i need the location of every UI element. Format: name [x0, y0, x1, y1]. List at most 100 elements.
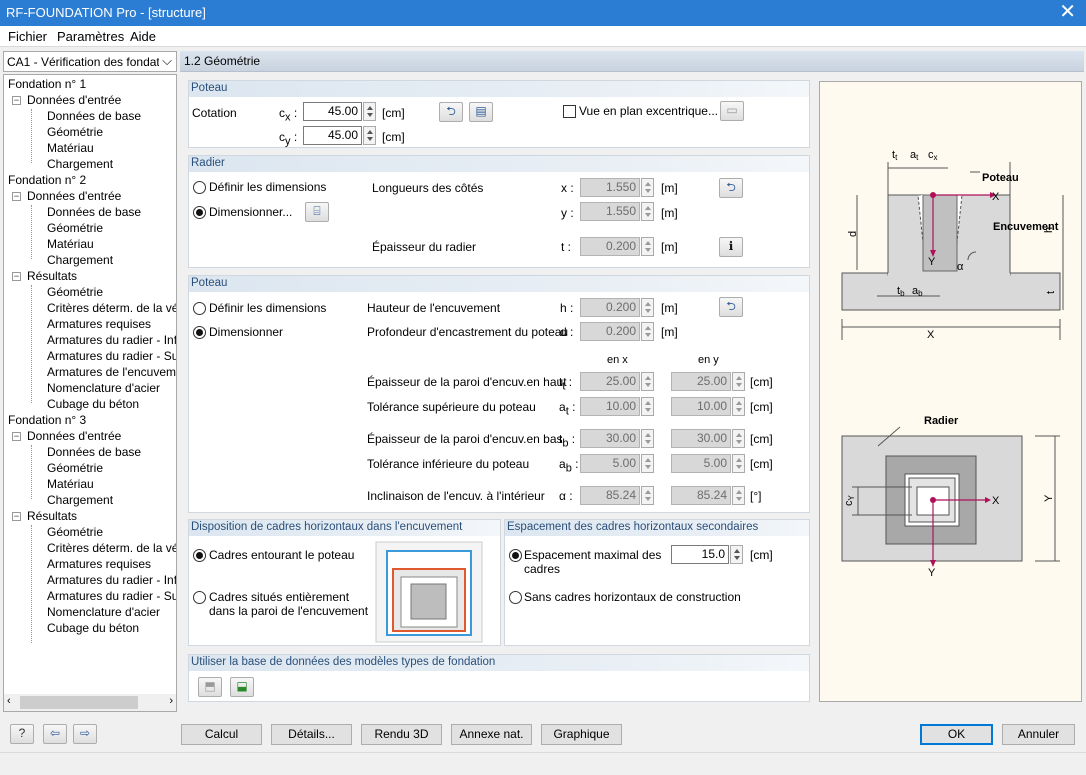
- tree-required-2[interactable]: Armatures requises: [47, 317, 151, 333]
- h-spinner[interactable]: [641, 298, 654, 317]
- tt-x-input[interactable]: 25.00: [580, 372, 640, 391]
- tree-collapse-icon[interactable]: −: [12, 512, 21, 521]
- slab-import-icon[interactable]: ⮌: [719, 178, 743, 198]
- alpha-x-input[interactable]: 85.24: [580, 486, 640, 505]
- menu-fichier[interactable]: Fichier: [8, 29, 47, 44]
- at-y-spinner[interactable]: [732, 397, 745, 416]
- tree-horizontal-scrollbar[interactable]: ‹ ›: [4, 694, 176, 711]
- slab-x-input[interactable]: 1.550: [580, 178, 640, 197]
- tree-loading-3[interactable]: Chargement: [47, 493, 113, 509]
- database-export-icon[interactable]: ⬓: [230, 677, 254, 697]
- radio-slab-define[interactable]: [193, 181, 206, 194]
- tree-geometry-3[interactable]: Géométrie: [47, 461, 103, 477]
- ab-x-spinner[interactable]: [641, 454, 654, 473]
- tree-basic-1[interactable]: Données de base: [47, 109, 141, 125]
- scroll-right-icon[interactable]: ›: [169, 695, 173, 707]
- tree-foundation-2[interactable]: Fondation n° 2: [8, 173, 86, 189]
- tree-required-3[interactable]: Armatures requises: [47, 557, 151, 573]
- tree-collapse-icon[interactable]: −: [12, 192, 21, 201]
- case-select[interactable]: CA1 - Vérification des fondation ⌵: [3, 51, 177, 72]
- cancel-button[interactable]: Annuler: [1002, 724, 1075, 745]
- slab-x-spinner[interactable]: [641, 178, 654, 197]
- tree-basic-2[interactable]: Données de base: [47, 205, 141, 221]
- help-icon[interactable]: ?: [10, 724, 34, 744]
- eccentric-checkbox[interactable]: [563, 105, 576, 118]
- ab-y-input[interactable]: 5.00: [671, 454, 731, 473]
- h-input[interactable]: 0.200: [580, 298, 640, 317]
- tree-results-3[interactable]: Résultats: [27, 509, 77, 525]
- table-icon[interactable]: ▤: [469, 102, 493, 122]
- tt-y-spinner[interactable]: [732, 372, 745, 391]
- tb-x-input[interactable]: 30.00: [580, 429, 640, 448]
- radio-bucket-dimension[interactable]: [193, 326, 206, 339]
- calc-button[interactable]: Calcul: [181, 724, 262, 745]
- slab-y-spinner[interactable]: [641, 202, 654, 221]
- tree-results-2[interactable]: Résultats: [27, 269, 77, 285]
- tree-bucket-2[interactable]: Armatures de l'encuvement: [47, 365, 176, 381]
- tree-basic-3[interactable]: Données de base: [47, 445, 141, 461]
- tree-slab-inf-3[interactable]: Armatures du radier - Infér: [47, 573, 176, 589]
- tb-x-spinner[interactable]: [641, 429, 654, 448]
- import-icon[interactable]: ⮌: [439, 102, 463, 122]
- tree-concrete-3[interactable]: Cubage du béton: [47, 621, 139, 637]
- menu-parametres[interactable]: Paramètres: [57, 29, 124, 44]
- slab-dimension-icon[interactable]: ⌸: [305, 202, 329, 222]
- details-button[interactable]: Détails...: [271, 724, 352, 745]
- radio-max-spacing[interactable]: [509, 549, 522, 562]
- at-x-spinner[interactable]: [641, 397, 654, 416]
- d-input[interactable]: 0.200: [580, 322, 640, 341]
- next-icon[interactable]: ⇨: [73, 724, 97, 744]
- eccentric-edit-icon[interactable]: ▭: [720, 101, 744, 121]
- previous-icon[interactable]: ⇦: [43, 724, 67, 744]
- ab-x-input[interactable]: 5.00: [580, 454, 640, 473]
- national-annex-button[interactable]: Annexe nat.: [451, 724, 532, 745]
- database-import-icon[interactable]: ⬒: [198, 677, 222, 697]
- scroll-left-icon[interactable]: ‹: [7, 695, 11, 707]
- radio-stirrups-inside[interactable]: [193, 591, 206, 604]
- at-y-input[interactable]: 10.00: [671, 397, 731, 416]
- ab-y-spinner[interactable]: [732, 454, 745, 473]
- radio-stirrups-around[interactable]: [193, 549, 206, 562]
- tree-steel-3[interactable]: Nomenclature d'acier: [47, 605, 160, 621]
- tree-slab-inf-2[interactable]: Armatures du radier - Infér: [47, 333, 176, 349]
- radio-slab-dimension[interactable]: [193, 206, 206, 219]
- info-icon[interactable]: ℹ: [719, 237, 743, 257]
- alpha-y-input[interactable]: 85.24: [671, 486, 731, 505]
- cy-spinner[interactable]: [363, 126, 376, 145]
- radio-no-stirrups[interactable]: [509, 591, 522, 604]
- tree-geometry-1[interactable]: Géométrie: [47, 125, 103, 141]
- cx-input[interactable]: 45.00: [303, 102, 362, 121]
- menu-aide[interactable]: Aide: [130, 29, 156, 44]
- tree-slab-sup-3[interactable]: Armatures du radier - Supé: [47, 589, 176, 605]
- tree-material-2[interactable]: Matériau: [47, 237, 94, 253]
- spacing-spinner[interactable]: [730, 545, 743, 564]
- slab-t-spinner[interactable]: [641, 237, 654, 256]
- tree-loading-2[interactable]: Chargement: [47, 253, 113, 269]
- tree-loading-1[interactable]: Chargement: [47, 157, 113, 173]
- tb-y-spinner[interactable]: [732, 429, 745, 448]
- tree-collapse-icon[interactable]: −: [12, 432, 21, 441]
- radio-bucket-define[interactable]: [193, 302, 206, 315]
- tree-res-geometry-2[interactable]: Géométrie: [47, 285, 103, 301]
- tree-input-2[interactable]: Données d'entrée: [27, 189, 121, 205]
- tree-geometry-2[interactable]: Géométrie: [47, 221, 103, 237]
- alpha-x-spinner[interactable]: [641, 486, 654, 505]
- alpha-y-spinner[interactable]: [732, 486, 745, 505]
- render-3d-button[interactable]: Rendu 3D: [361, 724, 442, 745]
- cx-spinner[interactable]: [363, 102, 376, 121]
- tree-foundation-1[interactable]: Fondation n° 1: [8, 77, 86, 93]
- tree-slab-sup-2[interactable]: Armatures du radier - Supé: [47, 349, 176, 365]
- tree-steel-2[interactable]: Nomenclature d'acier: [47, 381, 160, 397]
- tree-collapse-icon[interactable]: −: [12, 96, 21, 105]
- tree-res-geometry-3[interactable]: Géométrie: [47, 525, 103, 541]
- tree-material-3[interactable]: Matériau: [47, 477, 94, 493]
- close-icon[interactable]: ✕: [1059, 1, 1076, 23]
- d-spinner[interactable]: [641, 322, 654, 341]
- scroll-thumb[interactable]: [20, 696, 138, 709]
- spacing-input[interactable]: 15.0: [671, 545, 729, 564]
- tree-collapse-icon[interactable]: −: [12, 272, 21, 281]
- graphic-button[interactable]: Graphique: [541, 724, 622, 745]
- tree-input-3[interactable]: Données d'entrée: [27, 429, 121, 445]
- slab-t-input[interactable]: 0.200: [580, 237, 640, 256]
- slab-y-input[interactable]: 1.550: [580, 202, 640, 221]
